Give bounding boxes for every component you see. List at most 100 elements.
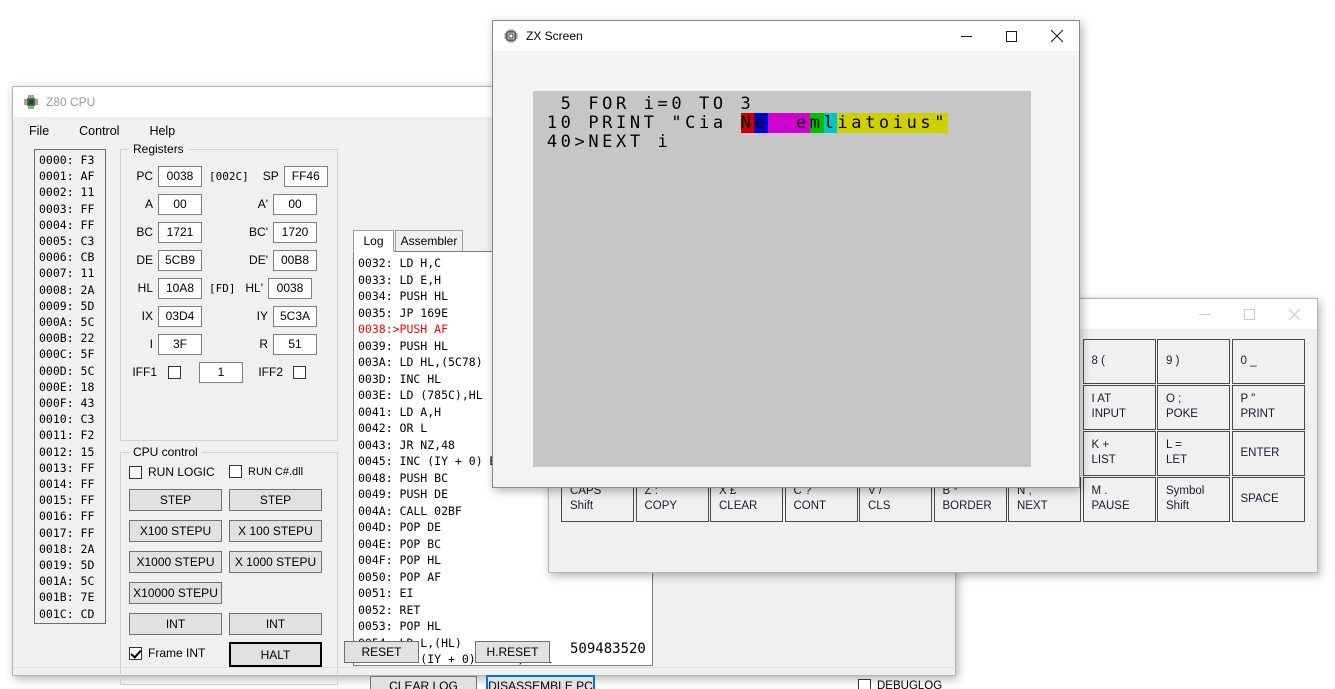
zx-key-i-at-input[interactable]: I AT INPUT [1082, 385, 1156, 430]
zx-key-l-let[interactable]: L = LET [1157, 431, 1230, 476]
run-csharp-checkbox[interactable] [229, 465, 242, 478]
zx-key-space[interactable]: SPACE [1231, 477, 1305, 522]
hl-alt-value[interactable]: 0038 [268, 277, 312, 299]
memory-dump-row[interactable]: 0017: FF [39, 525, 105, 541]
zx-key-k-list[interactable]: K + LIST [1082, 431, 1156, 476]
memory-dump-row[interactable]: 0002: 11 [39, 184, 105, 200]
x1000-stepu-left-button[interactable]: X1000 STEPU [129, 551, 222, 573]
maximize-icon[interactable] [1227, 299, 1272, 329]
tab-assembler[interactable]: Assembler [395, 230, 463, 252]
zx-key-9[interactable]: 9 ) [1157, 339, 1230, 384]
x100-stepu-left-button[interactable]: X100 STEPU [129, 520, 222, 542]
reset-button[interactable]: RESET [344, 641, 419, 663]
memory-dump-row[interactable]: 0003: FF [39, 201, 105, 217]
debuglog-checkbox[interactable] [858, 679, 871, 689]
bc-alt-value[interactable]: 1720 [273, 221, 317, 243]
memory-dump-row[interactable]: 0006: CB [39, 249, 105, 265]
keyboard-window-controls[interactable] [1182, 299, 1317, 329]
menu-help[interactable]: Help [149, 124, 175, 138]
int-left-button[interactable]: INT [129, 613, 222, 635]
x100-stepu-right-button[interactable]: X 100 STEPU [229, 520, 322, 542]
a-value[interactable]: 00 [158, 193, 202, 215]
memory-dump-row[interactable]: 0012: 15 [39, 444, 105, 460]
hreset-button[interactable]: H.RESET [475, 641, 550, 663]
bc-value[interactable]: 1721 [158, 221, 202, 243]
memory-dump-row[interactable]: 0019: 5D [39, 557, 105, 573]
memory-dump-row[interactable]: 000E: 18 [39, 379, 105, 395]
zx-colored-run: l [823, 113, 838, 133]
zx-key-0[interactable]: 0 _ [1231, 339, 1305, 384]
memory-dump-row[interactable]: 0001: AF [39, 168, 105, 184]
im-value[interactable]: 1 [199, 361, 243, 383]
hl-value[interactable]: 10A8 [158, 277, 202, 299]
tab-log[interactable]: Log [353, 230, 394, 252]
memory-dump-row[interactable]: 001B: 7E [39, 589, 105, 605]
menu-control[interactable]: Control [79, 124, 119, 138]
memory-dump-row[interactable]: 0005: C3 [39, 233, 105, 249]
zx-titlebar[interactable]: ZX Screen [493, 21, 1079, 51]
frame-int-checkbox[interactable] [129, 646, 142, 660]
x10000-stepu-button[interactable]: X10000 STEPU [129, 582, 222, 604]
memory-dump-row[interactable]: 0016: FF [39, 508, 105, 524]
log-line[interactable]: 0051: EI [358, 585, 652, 602]
memory-dump-row[interactable]: 0013: FF [39, 460, 105, 476]
int-right-button[interactable]: INT [229, 613, 322, 635]
zx-screen-window[interactable]: ZX Screen 5 FOR i=0 TO 3 10 PRINT "Cia N… [492, 20, 1080, 488]
memory-dump-row[interactable]: 000F: 43 [39, 395, 105, 411]
zx-key-8[interactable]: 8 ( [1082, 339, 1156, 384]
clear-log-button[interactable]: CLEAR LOG [370, 676, 477, 689]
memory-dump-row[interactable]: 0004: FF [39, 217, 105, 233]
i-value[interactable]: 3F [158, 333, 202, 355]
x1000-stepu-right-button[interactable]: X 1000 STEPU [229, 551, 322, 573]
close-icon[interactable] [1272, 299, 1317, 329]
close-icon[interactable] [1034, 21, 1079, 51]
memory-dump-row[interactable]: 000C: 5F [39, 346, 105, 362]
debuglog-label: DEBUGLOG [877, 679, 943, 689]
ix-value[interactable]: 03D4 [158, 305, 202, 327]
minimize-icon[interactable] [944, 21, 989, 51]
de-value[interactable]: 5CB9 [158, 249, 202, 271]
iy-value[interactable]: 5C3A [273, 305, 317, 327]
minimize-icon[interactable] [1182, 299, 1227, 329]
sp-value[interactable]: FF46 [283, 165, 328, 187]
memory-dump-row[interactable]: 0007: 11 [39, 265, 105, 281]
pc-value[interactable]: 0038 [158, 165, 202, 187]
zx-screen-canvas[interactable]: 5 FOR i=0 TO 3 10 PRINT "Cia Ne emliatoi… [533, 91, 1031, 467]
memory-dump-row[interactable]: 0000: F3 [39, 152, 105, 168]
memory-dump-row[interactable]: 000D: 5C [39, 363, 105, 379]
zx-key-enter[interactable]: ENTER [1231, 431, 1305, 476]
log-line[interactable]: 0053: POP HL [358, 618, 652, 635]
log-line[interactable]: 0052: RET [358, 602, 652, 619]
iff1-checkbox[interactable] [168, 365, 181, 379]
r-value[interactable]: 51 [273, 333, 317, 355]
memory-dump-row[interactable]: 001A: 5C [39, 573, 105, 589]
a-alt-value[interactable]: 00 [273, 193, 317, 215]
memory-dump-row[interactable]: 0010: C3 [39, 411, 105, 427]
step-right-button[interactable]: STEP [229, 489, 322, 511]
memory-dump-row[interactable]: 0009: 5D [39, 298, 105, 314]
run-logic-checkbox[interactable] [129, 465, 142, 479]
memory-dump-row[interactable]: 0008: 2A [39, 282, 105, 298]
memory-dump-row[interactable]: 0014: FF [39, 476, 105, 492]
memory-dump-row[interactable]: 000B: 22 [39, 330, 105, 346]
memory-dump-list[interactable]: 0000: F3 0001: AF 0002: 11 0003: FF 0004: FF… [34, 149, 106, 624]
step-left-button[interactable]: STEP [129, 489, 222, 511]
zx-key-o-poke[interactable]: O ; POKE [1157, 385, 1230, 430]
memory-dump-row[interactable]: 0018: 2A [39, 541, 105, 557]
zx-key-p-print[interactable]: P " PRINT [1231, 385, 1305, 430]
zx-window-controls[interactable] [944, 21, 1079, 51]
zx-key-m-pause[interactable]: M . PAUSE [1082, 477, 1156, 522]
memory-dump-row[interactable]: 001C: CD [39, 606, 105, 622]
memory-dump-row[interactable]: 0015: FF [39, 492, 105, 508]
de-alt-label: DE' [249, 253, 268, 267]
maximize-icon[interactable] [989, 21, 1034, 51]
de-alt-value[interactable]: 00B8 [273, 249, 317, 271]
disassemble-pc-button[interactable]: DISASSEMBLE PC [486, 675, 595, 689]
memory-dump-row[interactable]: 0011: F2 [39, 427, 105, 443]
halt-button[interactable]: HALT [229, 642, 322, 667]
zx-key-symbol-shift[interactable]: Symbol Shift [1157, 477, 1230, 522]
iff2-checkbox[interactable] [293, 365, 306, 379]
menu-file[interactable]: File [29, 124, 49, 138]
memory-dump-row[interactable]: 001D: 7D [39, 622, 105, 624]
memory-dump-row[interactable]: 000A: 5C [39, 314, 105, 330]
